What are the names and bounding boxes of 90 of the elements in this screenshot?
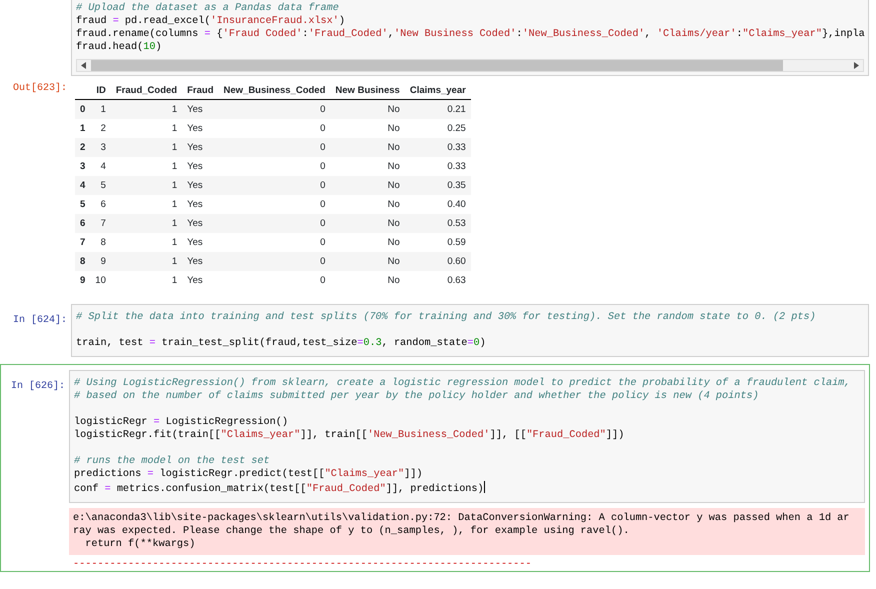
table-cell: No [330, 138, 405, 156]
table-cell: No [330, 194, 405, 214]
table-cell: 4 [90, 156, 111, 176]
row-index: 6 [75, 214, 90, 232]
table-cell: 0 [218, 100, 330, 118]
table-cell: No [330, 156, 405, 176]
table-cell: 0 [218, 156, 330, 176]
table-cell: 0 [218, 138, 330, 156]
table-cell: Yes [182, 270, 218, 290]
table-cell: 0.60 [404, 252, 471, 270]
table-cell: Yes [182, 252, 218, 270]
table-cell: 0 [218, 270, 330, 290]
table-cell: 0.21 [404, 100, 471, 118]
traceback-separator: --------------------------------------------------------------------------- [72, 558, 533, 570]
table-cell: 0.35 [404, 176, 471, 194]
code-line: fraud = pd.read_excel('InsuranceFraud.xlsx') [76, 15, 346, 28]
cell-prompt: Out[623]: [12, 83, 67, 94]
table-cell: 0.33 [404, 156, 471, 176]
row-index: 4 [75, 176, 90, 194]
table-cell: No [330, 176, 405, 194]
table-cell: 0.63 [404, 270, 471, 290]
row-index: 9 [75, 270, 90, 290]
table-cell: 5 [90, 176, 111, 194]
table-cell: No [330, 214, 405, 232]
table-cell: 6 [90, 194, 111, 214]
code-line: logisticRegr.fit(train[["Claims_year"]], train[['New_Business_Coded']], [["Fraud_Coded"]]) [74, 428, 626, 442]
table-cell: 1 [110, 270, 182, 290]
table-cell: 1 [110, 214, 182, 232]
table-cell: Yes [182, 214, 218, 232]
table-cell: 0 [218, 232, 330, 252]
table-cell: No [330, 252, 405, 270]
row-index: 0 [75, 100, 90, 118]
table-cell: 0.59 [404, 232, 471, 252]
code-line: conf = metrics.confusion_matrix(test[["Fraud_Coded"]], predictions) [74, 480, 860, 496]
table-cell: 0 [218, 194, 330, 214]
code-line: train, test = train_test_split(fraud,test_size=0.3, random_state=0) [76, 336, 487, 350]
table-cell: 1 [110, 156, 182, 176]
table-cell: 0.25 [404, 118, 471, 138]
cell-prompt: In [626]: [10, 380, 65, 392]
table-cell: Yes [182, 138, 218, 156]
code-line: # Split the data into training and test splits (70% for training and 30% for testing). Set the random state to 0. (2 pts) [76, 310, 817, 324]
table-cell: 1 [110, 118, 182, 138]
table-cell: 0 [218, 214, 330, 232]
row-index: 7 [75, 232, 90, 252]
table-cell: No [330, 118, 405, 138]
table-cell: Yes [182, 118, 218, 138]
table-cell: Yes [182, 194, 218, 214]
code-line: # based on the number of claims submitted per year by the policy holder and whether the policy is new (4 points) [74, 390, 760, 402]
row-index: 1 [75, 118, 90, 138]
row-index: 3 [75, 156, 90, 176]
table-cell: 0.40 [404, 194, 471, 214]
table-cell: 8 [90, 232, 111, 252]
row-index: 2 [75, 138, 90, 156]
table-cell: 2 [90, 118, 111, 138]
code-line: fraud.rename(columns = {'Fraud Coded':'Fraud_Coded','New Business Coded':'New_Business_Coded', 'Claims/year':"Claims_year"},inpla [76, 28, 864, 41]
table-cell: Yes [182, 100, 218, 118]
table-cell: Yes [182, 232, 218, 252]
table-cell: Yes [182, 176, 218, 194]
table-cell: 10 [90, 270, 111, 290]
table-cell: 1 [110, 194, 182, 214]
warning-text-line: return f(**kwargs) [84, 538, 196, 550]
table-cell: 7 [90, 214, 111, 232]
cell-prompt: In [624]: [12, 314, 67, 326]
table-cell: 0 [218, 118, 330, 138]
table-cell: 3 [90, 138, 111, 156]
table-cell: 0 [218, 176, 330, 194]
table-cell: No [330, 232, 405, 252]
table-cell: 1 [110, 232, 182, 252]
warning-text-line: ray was expected. Please change the shape of y to (n_samples, ), for example using ravel(). [73, 524, 630, 538]
table-cell: 1 [110, 138, 182, 156]
row-index: 8 [75, 252, 90, 270]
table-cell: 1 [110, 252, 182, 270]
code-line: # Using LogisticRegression() from sklearn, create a logistic regression model to predict the probability of a fraudulent claim, [74, 376, 852, 390]
table-cell: 0 [218, 252, 330, 270]
table-cell: 1 [110, 176, 182, 194]
code-line: predictions = logisticRegr.predict(test[["Claims_year"]]) [74, 468, 424, 480]
table-cell: No [330, 270, 405, 290]
table-cell: 1 [110, 100, 182, 118]
code-line: # Upload the dataset as a Pandas data frame [76, 2, 340, 15]
table-cell: 9 [90, 252, 111, 270]
row-index: 5 [75, 194, 90, 214]
table-cell: 0.53 [404, 214, 471, 232]
code-line: # runs the model on the test set [74, 454, 271, 468]
code-line: fraud.head(10) [76, 41, 163, 54]
table-cell: Yes [182, 156, 218, 176]
warning-text-line: e:\anaconda3\lib\site-packages\sklearn\utils\validation.py:72: DataConversionWarning: A column-vector y was passed when a 1d ar [73, 512, 850, 524]
table-cell: No [330, 100, 405, 118]
code-line: logisticRegr = LogisticRegression() [74, 416, 289, 428]
table-cell: 1 [90, 100, 111, 118]
table-cell: 0.33 [404, 138, 471, 156]
